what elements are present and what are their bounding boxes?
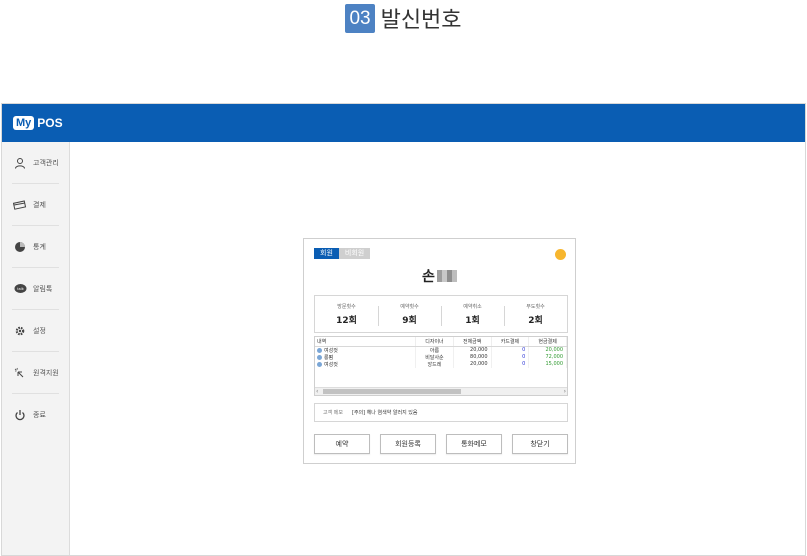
sidebar-item-label: 설정 bbox=[33, 326, 46, 335]
col-card[interactable]: 카드결제 bbox=[491, 337, 530, 347]
cell-item: 롱펌 bbox=[315, 353, 417, 361]
app-window: My POS 고객관리 결제 통계 talk 알림톡 설정 원격지원 종료 회원… bbox=[1, 103, 806, 556]
stat-label: 예약취소 bbox=[463, 303, 482, 310]
sidebar-item-stats[interactable]: 통계 bbox=[2, 226, 69, 267]
cell-total: 20,000 bbox=[453, 346, 492, 354]
remote-support-icon bbox=[13, 366, 27, 380]
stat-visits: 방문횟수 12회 bbox=[315, 303, 378, 326]
col-designer[interactable]: 디자이너 bbox=[415, 337, 454, 347]
cell-item-text: 롱펌 bbox=[324, 354, 334, 361]
customer-memo[interactable]: 고객 메모 [주의] 헤나 염색약 알러지 있음 bbox=[314, 403, 568, 422]
cell-card: 0 bbox=[491, 360, 530, 368]
cell-designer: 아름 bbox=[415, 346, 454, 354]
power-icon bbox=[13, 408, 27, 422]
dialog-actions: 예약 회원등록 통화메모 창닫기 bbox=[314, 434, 568, 454]
logo-pos: POS bbox=[37, 116, 63, 130]
pie-chart-icon bbox=[13, 240, 27, 254]
sidebar-item-customers[interactable]: 고객관리 bbox=[2, 142, 69, 183]
reserve-button[interactable]: 예약 bbox=[314, 434, 370, 454]
cell-designer: 비달사순 bbox=[415, 353, 454, 361]
sidebar-item-label: 결제 bbox=[33, 200, 46, 209]
cell-card: 0 bbox=[491, 353, 530, 361]
sidebar-item-alimtalk[interactable]: talk 알림톡 bbox=[2, 268, 69, 309]
col-total[interactable]: 전체금액 bbox=[453, 337, 492, 347]
talk-icon: talk bbox=[13, 282, 27, 296]
masked-name bbox=[436, 270, 457, 282]
stat-cancellations: 예약취소 1회 bbox=[441, 303, 504, 326]
stat-label: 예약횟수 bbox=[400, 303, 419, 310]
gear-icon bbox=[13, 324, 27, 338]
col-cash[interactable]: 현금결제 bbox=[528, 337, 567, 347]
table-header-row: 내역 디자이너 전체금액 카드결제 현금결제 bbox=[315, 337, 567, 347]
table-row[interactable]: 여성컷 아름 20,000 0 20,000 bbox=[315, 346, 567, 354]
memo-text: [주의] 헤나 염색약 알러지 있음 bbox=[352, 410, 418, 416]
register-member-button[interactable]: 회원등록 bbox=[380, 434, 436, 454]
stat-label: 방문횟수 bbox=[337, 303, 356, 310]
step-title: 발신번호 bbox=[380, 8, 462, 33]
stat-label: 부도횟수 bbox=[526, 303, 545, 310]
status-indicator bbox=[555, 249, 566, 260]
customer-dialog: 회원 비회원 손 방문횟수 12회 예약횟수 9회 예약취소 1회 부도횟수 2… bbox=[303, 238, 576, 464]
stat-reservations: 예약횟수 9회 bbox=[378, 303, 441, 326]
cell-total: 20,000 bbox=[453, 360, 492, 368]
memo-label: 고객 메모 bbox=[323, 410, 343, 416]
user-small-icon bbox=[317, 361, 322, 367]
user-small-icon bbox=[317, 354, 322, 360]
cell-item-text: 여성컷 bbox=[324, 361, 338, 368]
step-number: 03 bbox=[345, 3, 375, 33]
cell-item-text: 여성컷 bbox=[324, 347, 338, 354]
sidebar: 고객관리 결제 통계 talk 알림톡 설정 원격지원 종료 bbox=[2, 142, 70, 555]
app-logo[interactable]: My POS bbox=[13, 116, 63, 130]
customer-name: 손 bbox=[304, 266, 575, 286]
visit-stats: 방문횟수 12회 예약횟수 9회 예약취소 1회 부도횟수 2회 bbox=[314, 295, 568, 333]
cell-cash: 15,000 bbox=[528, 360, 567, 368]
card-icon bbox=[13, 198, 27, 212]
scroll-left-icon[interactable]: ‹ bbox=[316, 388, 318, 395]
sidebar-item-label: 원격지원 bbox=[33, 368, 59, 377]
tab-member[interactable]: 회원 bbox=[314, 248, 339, 259]
logo-my: My bbox=[13, 116, 35, 130]
history-table[interactable]: 내역 디자이너 전체금액 카드결제 현금결제 여성컷 아름 20,000 0 2… bbox=[314, 336, 568, 396]
cell-total: 80,000 bbox=[453, 353, 492, 361]
member-tabs: 회원 비회원 bbox=[314, 248, 371, 259]
page: 03 발신번호 My POS 고객관리 결제 통계 talk 알림톡 설정 원격… bbox=[0, 0, 807, 556]
stat-value: 9회 bbox=[402, 315, 417, 326]
sidebar-item-settings[interactable]: 설정 bbox=[2, 310, 69, 351]
cell-item: 여성컷 bbox=[315, 346, 417, 354]
cell-cash: 72,000 bbox=[528, 353, 567, 361]
call-memo-button[interactable]: 통화메모 bbox=[446, 434, 502, 454]
stat-value: 12회 bbox=[336, 315, 357, 326]
sidebar-item-remote-support[interactable]: 원격지원 bbox=[2, 352, 69, 393]
cell-card: 0 bbox=[491, 346, 530, 354]
cell-cash: 20,000 bbox=[528, 346, 567, 354]
close-window-button[interactable]: 창닫기 bbox=[512, 434, 568, 454]
top-bar: My POS bbox=[2, 104, 805, 142]
user-icon bbox=[13, 156, 27, 170]
customer-name-text: 손 bbox=[422, 269, 435, 285]
sidebar-item-label: 알림톡 bbox=[33, 284, 53, 293]
step-heading: 03 발신번호 bbox=[0, 2, 807, 34]
stat-value: 2회 bbox=[528, 315, 543, 326]
col-item[interactable]: 내역 bbox=[315, 337, 417, 347]
cell-item: 여성컷 bbox=[315, 360, 417, 368]
sidebar-item-label: 통계 bbox=[33, 242, 46, 251]
sidebar-item-label: 고객관리 bbox=[33, 158, 59, 167]
user-small-icon bbox=[317, 347, 322, 353]
sidebar-item-exit[interactable]: 종료 bbox=[2, 394, 69, 435]
sidebar-item-payment[interactable]: 결제 bbox=[2, 184, 69, 225]
tab-non-member[interactable]: 비회원 bbox=[338, 248, 371, 259]
table-row[interactable]: 여성컷 앙드레 20,000 0 15,000 bbox=[315, 360, 567, 368]
main-area: 회원 비회원 손 방문횟수 12회 예약횟수 9회 예약취소 1회 부도횟수 2… bbox=[70, 142, 805, 555]
svg-text:talk: talk bbox=[17, 287, 24, 291]
stat-no-shows: 부도횟수 2회 bbox=[504, 303, 567, 326]
horizontal-scrollbar[interactable]: ‹ › bbox=[315, 387, 567, 395]
scroll-thumb[interactable] bbox=[323, 389, 461, 394]
cell-designer: 앙드레 bbox=[415, 360, 454, 368]
table-row[interactable]: 롱펌 비달사순 80,000 0 72,000 bbox=[315, 353, 567, 361]
stat-value: 1회 bbox=[465, 315, 480, 326]
scroll-right-icon[interactable]: › bbox=[564, 388, 566, 395]
sidebar-item-label: 종료 bbox=[33, 410, 46, 419]
